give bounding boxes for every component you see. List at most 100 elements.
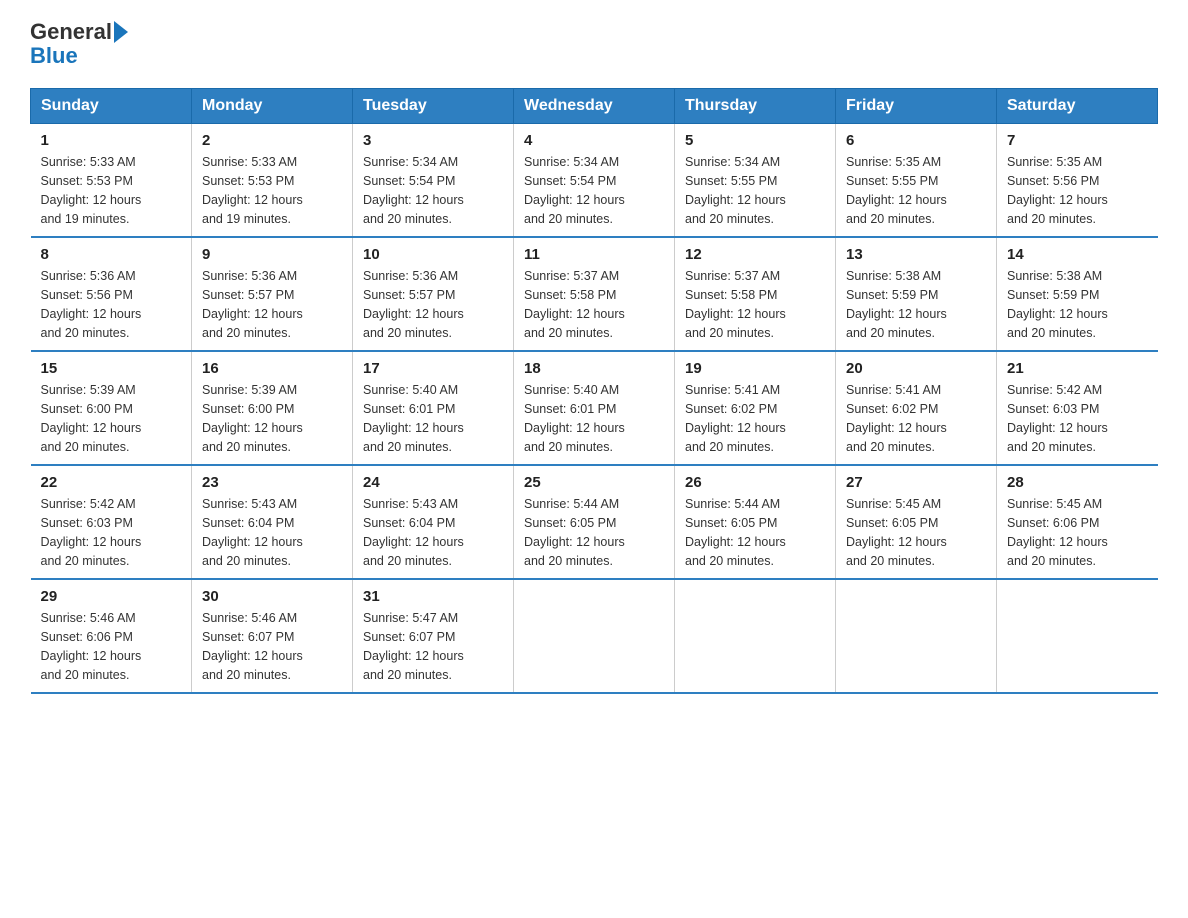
calendar-cell: 14 Sunrise: 5:38 AMSunset: 5:59 PMDayligh… bbox=[997, 237, 1158, 351]
calendar-cell: 28 Sunrise: 5:45 AMSunset: 6:06 PMDayligh… bbox=[997, 465, 1158, 579]
day-number: 28 bbox=[1007, 474, 1148, 491]
calendar-row: 29 Sunrise: 5:46 AMSunset: 6:06 PMDayligh… bbox=[31, 579, 1158, 693]
calendar-cell: 13Sunrise: 5:38 AMSunset: 5:59 PMDayligh… bbox=[836, 237, 997, 351]
calendar-cell: 15Sunrise: 5:39 AMSunset: 6:00 PMDayligh… bbox=[31, 351, 192, 465]
calendar-cell: 9 Sunrise: 5:36 AMSunset: 5:57 PMDaylight… bbox=[192, 237, 353, 351]
calendar-cell: 3Sunrise: 5:34 AMSunset: 5:54 PMDaylight… bbox=[353, 124, 514, 238]
day-number: 22 bbox=[41, 474, 182, 491]
calendar-cell bbox=[836, 579, 997, 693]
day-info: Sunrise: 5:44 AMSunset: 6:05 PMDaylight:… bbox=[524, 495, 664, 570]
day-info: Sunrise: 5:35 AMSunset: 5:55 PMDaylight:… bbox=[846, 153, 986, 228]
day-info: Sunrise: 5:34 AMSunset: 5:54 PMDaylight:… bbox=[363, 153, 503, 228]
day-number: 8 bbox=[41, 246, 182, 263]
day-number: 27 bbox=[846, 474, 986, 491]
day-info: Sunrise: 5:43 AMSunset: 6:04 PMDaylight:… bbox=[202, 495, 342, 570]
calendar-cell: 30 Sunrise: 5:46 AMSunset: 6:07 PMDayligh… bbox=[192, 579, 353, 693]
header-cell-friday: Friday bbox=[836, 89, 997, 124]
day-info: Sunrise: 5:35 AMSunset: 5:56 PMDaylight:… bbox=[1007, 153, 1148, 228]
day-info: Sunrise: 5:47 AMSunset: 6:07 PMDaylight:… bbox=[363, 609, 503, 684]
day-info: Sunrise: 5:42 AMSunset: 6:03 PMDaylight:… bbox=[1007, 381, 1148, 456]
calendar-cell: 31 Sunrise: 5:47 AMSunset: 6:07 PMDayligh… bbox=[353, 579, 514, 693]
day-number: 12 bbox=[685, 246, 825, 263]
calendar-cell: 7Sunrise: 5:35 AMSunset: 5:56 PMDaylight… bbox=[997, 124, 1158, 238]
day-number: 31 bbox=[363, 588, 503, 605]
calendar-cell: 24 Sunrise: 5:43 AMSunset: 6:04 PMDayligh… bbox=[353, 465, 514, 579]
calendar-table: SundayMondayTuesdayWednesdayThursdayFrid… bbox=[30, 88, 1158, 694]
calendar-cell: 8 Sunrise: 5:36 AMSunset: 5:56 PMDaylight… bbox=[31, 237, 192, 351]
day-number: 14 bbox=[1007, 246, 1148, 263]
calendar-cell: 16 Sunrise: 5:39 AMSunset: 6:00 PMDayligh… bbox=[192, 351, 353, 465]
day-number: 10 bbox=[363, 246, 503, 263]
calendar-cell: 27 Sunrise: 5:45 AMSunset: 6:05 PMDayligh… bbox=[836, 465, 997, 579]
calendar-cell: 26 Sunrise: 5:44 AMSunset: 6:05 PMDayligh… bbox=[675, 465, 836, 579]
day-info: Sunrise: 5:37 AMSunset: 5:58 PMDaylight:… bbox=[524, 267, 664, 342]
day-number: 29 bbox=[41, 588, 182, 605]
day-number: 21 bbox=[1007, 360, 1148, 377]
logo: General Blue bbox=[30, 20, 128, 68]
calendar-cell: 4Sunrise: 5:34 AMSunset: 5:54 PMDaylight… bbox=[514, 124, 675, 238]
day-number: 2 bbox=[202, 132, 342, 149]
logo-line1: General bbox=[30, 20, 128, 44]
day-info: Sunrise: 5:43 AMSunset: 6:04 PMDaylight:… bbox=[363, 495, 503, 570]
day-number: 13 bbox=[846, 246, 986, 263]
day-number: 6 bbox=[846, 132, 986, 149]
day-number: 23 bbox=[202, 474, 342, 491]
day-number: 25 bbox=[524, 474, 664, 491]
day-info: Sunrise: 5:40 AMSunset: 6:01 PMDaylight:… bbox=[524, 381, 664, 456]
day-number: 11 bbox=[524, 246, 664, 263]
day-number: 26 bbox=[685, 474, 825, 491]
calendar-cell: 18 Sunrise: 5:40 AMSunset: 6:01 PMDayligh… bbox=[514, 351, 675, 465]
day-info: Sunrise: 5:42 AMSunset: 6:03 PMDaylight:… bbox=[41, 495, 182, 570]
day-info: Sunrise: 5:37 AMSunset: 5:58 PMDaylight:… bbox=[685, 267, 825, 342]
calendar-cell: 22 Sunrise: 5:42 AMSunset: 6:03 PMDayligh… bbox=[31, 465, 192, 579]
calendar-cell bbox=[514, 579, 675, 693]
day-number: 16 bbox=[202, 360, 342, 377]
day-number: 9 bbox=[202, 246, 342, 263]
day-info: Sunrise: 5:40 AMSunset: 6:01 PMDaylight:… bbox=[363, 381, 503, 456]
header-cell-monday: Monday bbox=[192, 89, 353, 124]
header-cell-wednesday: Wednesday bbox=[514, 89, 675, 124]
header-cell-sunday: Sunday bbox=[31, 89, 192, 124]
calendar-cell: 20 Sunrise: 5:41 AMSunset: 6:02 PMDayligh… bbox=[836, 351, 997, 465]
day-number: 15 bbox=[41, 360, 182, 377]
calendar-cell: 25 Sunrise: 5:44 AMSunset: 6:05 PMDayligh… bbox=[514, 465, 675, 579]
day-info: Sunrise: 5:45 AMSunset: 6:05 PMDaylight:… bbox=[846, 495, 986, 570]
day-info: Sunrise: 5:34 AMSunset: 5:54 PMDaylight:… bbox=[524, 153, 664, 228]
calendar-body: 1Sunrise: 5:33 AMSunset: 5:53 PMDaylight… bbox=[31, 124, 1158, 694]
calendar-cell: 6 Sunrise: 5:35 AMSunset: 5:55 PMDaylight… bbox=[836, 124, 997, 238]
day-info: Sunrise: 5:34 AMSunset: 5:55 PMDaylight:… bbox=[685, 153, 825, 228]
day-info: Sunrise: 5:39 AMSunset: 6:00 PMDaylight:… bbox=[202, 381, 342, 456]
day-number: 18 bbox=[524, 360, 664, 377]
header-cell-saturday: Saturday bbox=[997, 89, 1158, 124]
day-number: 20 bbox=[846, 360, 986, 377]
calendar-cell bbox=[997, 579, 1158, 693]
day-info: Sunrise: 5:44 AMSunset: 6:05 PMDaylight:… bbox=[685, 495, 825, 570]
calendar-row: 15 Sunrise: 5:39 AMSunset: 6:00 PMDayligh… bbox=[31, 351, 1158, 465]
logo-arrow-icon bbox=[114, 21, 128, 43]
header-cell-thursday: Thursday bbox=[675, 89, 836, 124]
calendar-cell: 21 Sunrise: 5:42 AMSunset: 6:03 PMDayligh… bbox=[997, 351, 1158, 465]
logo-general-text: General bbox=[30, 20, 112, 44]
day-info: Sunrise: 5:33 AMSunset: 5:53 PMDaylight:… bbox=[202, 153, 342, 228]
day-info: Sunrise: 5:46 AMSunset: 6:06 PMDaylight:… bbox=[41, 609, 182, 684]
calendar-cell: 1Sunrise: 5:33 AMSunset: 5:53 PMDaylight… bbox=[31, 124, 192, 238]
day-number: 30 bbox=[202, 588, 342, 605]
calendar-cell: 17 Sunrise: 5:40 AMSunset: 6:01 PMDayligh… bbox=[353, 351, 514, 465]
day-info: Sunrise: 5:41 AMSunset: 6:02 PMDaylight:… bbox=[846, 381, 986, 456]
day-info: Sunrise: 5:33 AMSunset: 5:53 PMDaylight:… bbox=[41, 153, 182, 228]
day-number: 17 bbox=[363, 360, 503, 377]
header-row: SundayMondayTuesdayWednesdayThursdayFrid… bbox=[31, 89, 1158, 124]
day-info: Sunrise: 5:36 AMSunset: 5:56 PMDaylight:… bbox=[41, 267, 182, 342]
logo-blue-text: Blue bbox=[30, 44, 78, 68]
calendar-cell: 12 Sunrise: 5:37 AMSunset: 5:58 PMDayligh… bbox=[675, 237, 836, 351]
calendar-cell: 5Sunrise: 5:34 AMSunset: 5:55 PMDaylight… bbox=[675, 124, 836, 238]
day-info: Sunrise: 5:45 AMSunset: 6:06 PMDaylight:… bbox=[1007, 495, 1148, 570]
day-info: Sunrise: 5:36 AMSunset: 5:57 PMDaylight:… bbox=[202, 267, 342, 342]
calendar-cell: 11 Sunrise: 5:37 AMSunset: 5:58 PMDayligh… bbox=[514, 237, 675, 351]
calendar-row: 1Sunrise: 5:33 AMSunset: 5:53 PMDaylight… bbox=[31, 124, 1158, 238]
day-info: Sunrise: 5:38 AMSunset: 5:59 PMDaylight:… bbox=[1007, 267, 1148, 342]
calendar-cell: 10Sunrise: 5:36 AMSunset: 5:57 PMDayligh… bbox=[353, 237, 514, 351]
day-number: 24 bbox=[363, 474, 503, 491]
day-info: Sunrise: 5:46 AMSunset: 6:07 PMDaylight:… bbox=[202, 609, 342, 684]
day-number: 19 bbox=[685, 360, 825, 377]
